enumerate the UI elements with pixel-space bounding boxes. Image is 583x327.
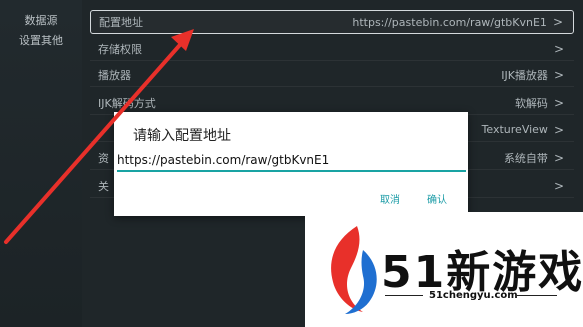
watermark-logo: 51新游戏 51chengyu.com <box>305 212 583 327</box>
logo-mark-icon <box>331 226 377 314</box>
watermark-url: 51chengyu.com <box>429 290 518 301</box>
divider <box>385 295 423 296</box>
divider <box>517 295 557 296</box>
